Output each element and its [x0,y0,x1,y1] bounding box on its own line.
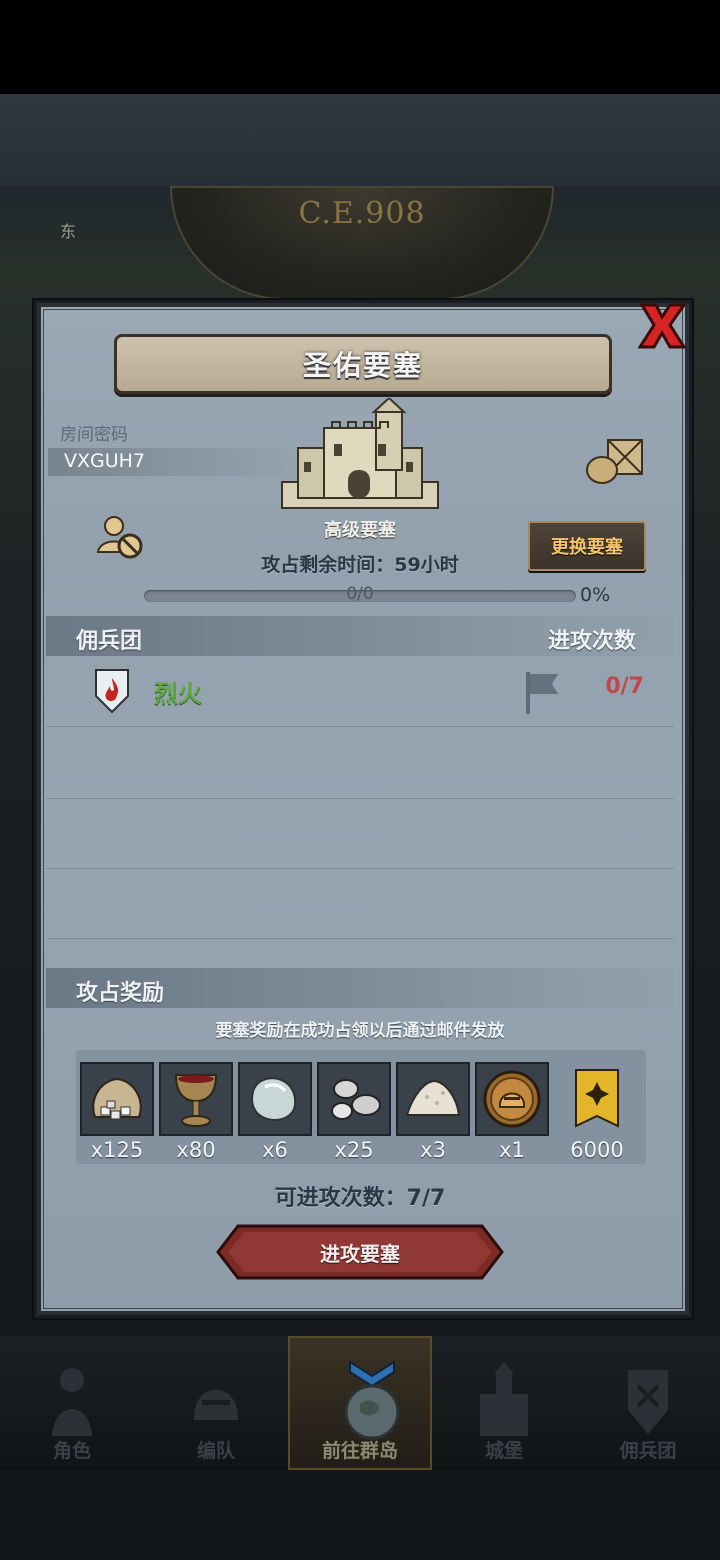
reward-slot [80,1062,154,1136]
nav-label: 编队 [196,1440,235,1462]
nav-label: 角色 [52,1440,91,1462]
loot-crate-icon[interactable] [584,436,646,486]
flag-icon [526,672,558,714]
nav-item-castle[interactable]: 城堡 [432,1336,576,1470]
progress-percent: 0% [580,584,611,606]
status-bar [0,0,720,94]
user-blocked-icon[interactable] [96,514,146,560]
progress-text: 0/0 [346,584,374,604]
bottom-navigation: 角色 编队 前往群岛 城堡 佣兵团 [0,1336,720,1470]
reward-item[interactable]: x125 [80,1062,154,1162]
attack-count-header: 进攻次数 [548,629,637,654]
time-remaining: 攻占剩余时间：59小时 [261,554,459,576]
fortress-level: 高级要塞 [324,520,396,541]
reward-quantity: x80 [176,1138,216,1162]
empty-mercenary-slot [46,728,674,799]
mercenary-header: 佣兵团 [76,629,143,654]
top-band [0,94,720,186]
reward-slot [396,1062,470,1136]
knight-icon [52,1368,92,1436]
reward-header: 攻占奖励 [76,981,165,1006]
reward-slot [159,1062,233,1136]
capture-progress-bar: 0/0 [144,584,576,606]
reward-quantity: x1 [499,1138,525,1162]
room-password-label: 房间密码 [60,425,128,445]
reward-item[interactable]: 6000 [560,1062,634,1162]
reward-item[interactable]: x80 [159,1062,233,1162]
reward-slot [560,1062,634,1136]
reward-quantity: x125 [90,1138,144,1162]
reward-quantity: x25 [334,1138,374,1162]
change-fortress-button[interactable]: 更换要塞 [528,521,646,571]
nav-item-formation[interactable]: 编队 [144,1336,288,1470]
nav-label: 前往群岛 [321,1440,398,1462]
reward-item[interactable]: x25 [317,1062,391,1162]
era-dial: C.E.908 [170,186,554,300]
close-button[interactable] [636,298,688,354]
mercenary-icon [628,1370,668,1434]
mercenary-name: 烈火 [154,680,202,708]
mercenary-row[interactable]: 烈火 0/7 [46,660,674,727]
reward-quantity: x3 [420,1138,446,1162]
salt-pile-icon [405,1079,461,1116]
globe-icon [344,1360,400,1440]
nav-label: 佣兵团 [619,1440,677,1462]
dialog-title: 圣佑要塞 [302,349,423,382]
crystal-stone-icon [251,1077,297,1121]
mercenary-attacks: 0/7 [605,674,644,699]
reward-slot [475,1062,549,1136]
silver-ore-sack-icon [92,1077,142,1120]
reward-slot [238,1062,312,1136]
reward-item[interactable]: x1 [475,1062,549,1162]
close-icon [638,303,686,349]
knight-helmet-coin-icon [483,1070,541,1128]
change-fortress-label: 更换要塞 [551,537,623,558]
empty-mercenary-slot [46,868,674,939]
nav-label: 城堡 [484,1440,523,1462]
reward-note: 要塞奖励在成功占领以后通过邮件发放 [215,1021,505,1041]
empty-mercenary-slot [46,798,674,869]
goblet-icon [174,1074,218,1127]
map-region-label: 东 [60,222,77,241]
reward-quantity: x6 [262,1138,288,1162]
nav-item-islands[interactable]: 前往群岛 [288,1336,432,1470]
castle-nav-icon [480,1362,528,1436]
silver-nuggets-icon [331,1079,381,1120]
reward-item[interactable]: x6 [238,1062,312,1162]
attacks-remaining: 可进攻次数：7/7 [274,1186,446,1211]
guild-banner-icon [575,1069,619,1128]
castle-icon [281,398,439,509]
bottom-filler [0,1470,720,1560]
room-code[interactable]: VXGUH7 [64,450,145,472]
reward-item[interactable]: x3 [396,1062,470,1162]
title-banner: 圣佑要塞 [114,334,612,394]
reward-slot [317,1062,391,1136]
reward-quantity: 6000 [570,1138,624,1162]
nav-item-mercenary[interactable]: 佣兵团 [576,1336,720,1470]
attack-fortress-label: 进攻要塞 [320,1242,400,1266]
fire-shield-icon [95,669,129,714]
nav-item-character[interactable]: 角色 [0,1336,144,1470]
attack-fortress-button[interactable]: 进攻要塞 [216,1224,504,1280]
rewards-strip: x125 x80 x6 x25 x3 x1 6000 [76,1050,646,1164]
helmet-icon [193,1390,239,1420]
era-label: C.E.908 [298,196,426,231]
